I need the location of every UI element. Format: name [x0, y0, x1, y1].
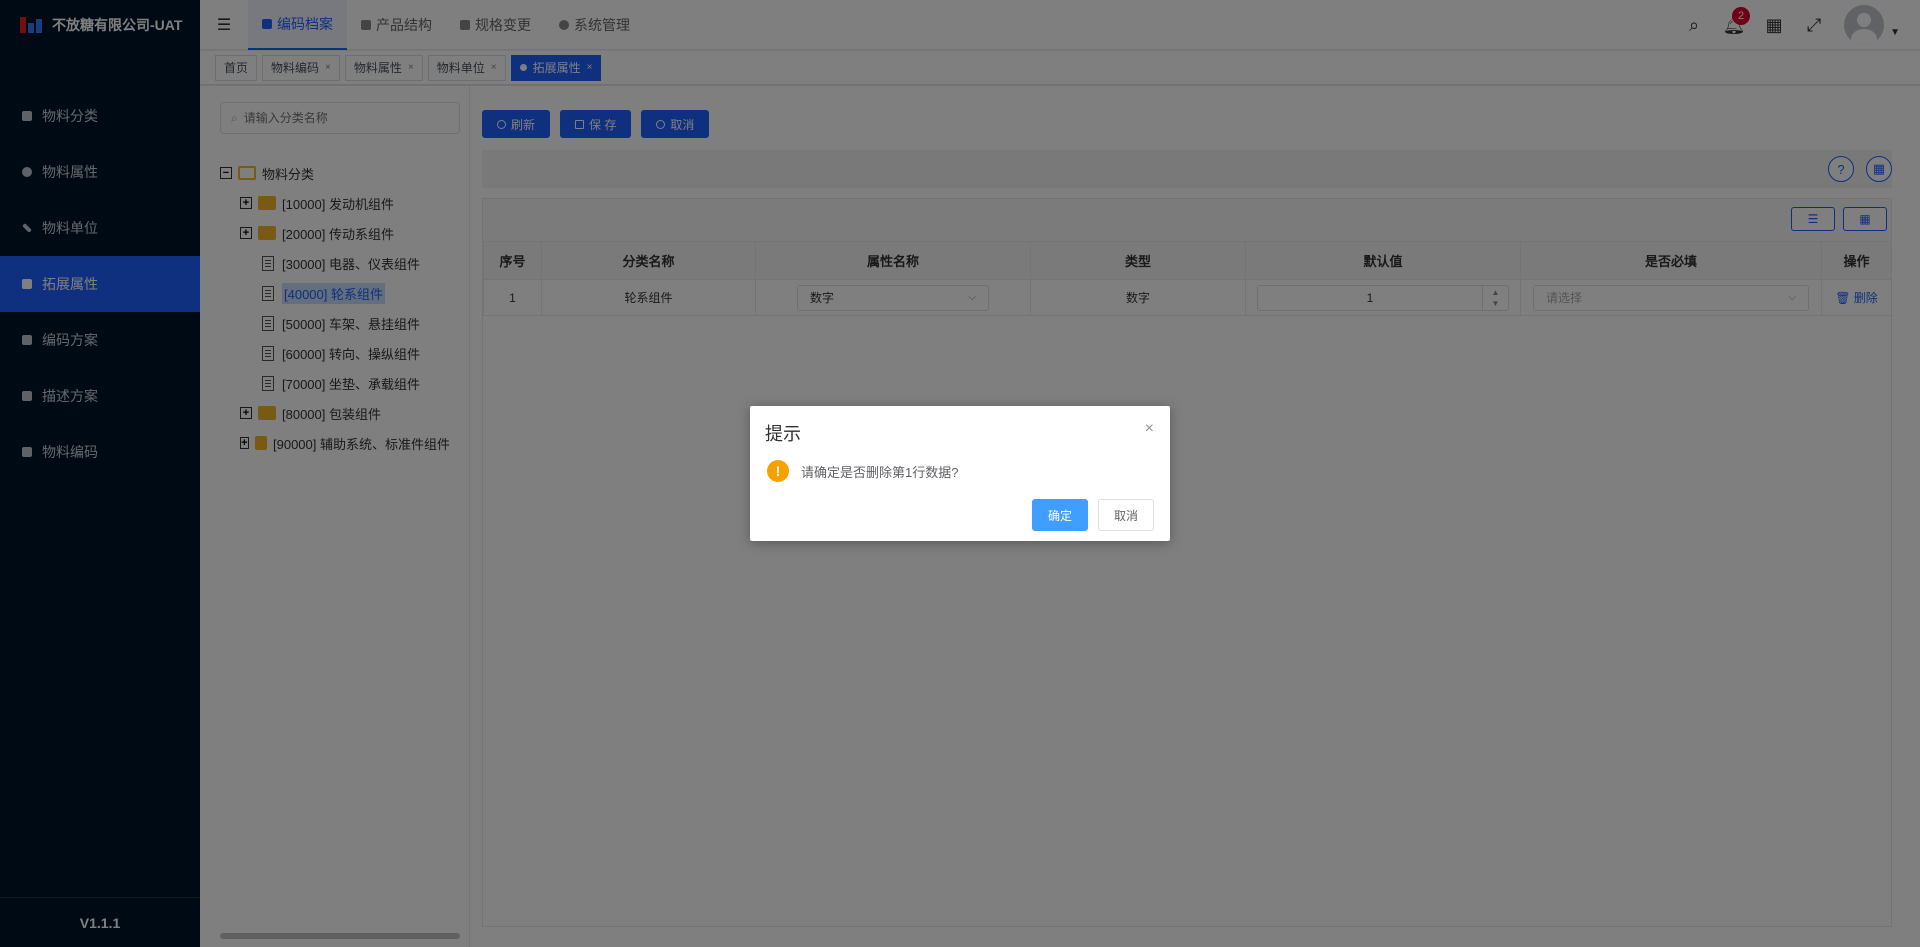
close-icon[interactable]: ×: [1145, 420, 1154, 438]
dialog-footer: 确定 取消: [1032, 499, 1154, 531]
dialog-cancel-button[interactable]: 取消: [1098, 499, 1154, 531]
warning-icon: !: [767, 460, 789, 482]
confirm-dialog: 提示 × ! 请确定是否删除第1行数据? 确定 取消: [750, 406, 1170, 541]
dialog-body: ! 请确定是否删除第1行数据?: [767, 460, 958, 482]
dialog-title: 提示: [765, 424, 801, 444]
confirm-button[interactable]: 确定: [1032, 499, 1088, 531]
dialog-message: 请确定是否删除第1行数据?: [801, 464, 959, 480]
